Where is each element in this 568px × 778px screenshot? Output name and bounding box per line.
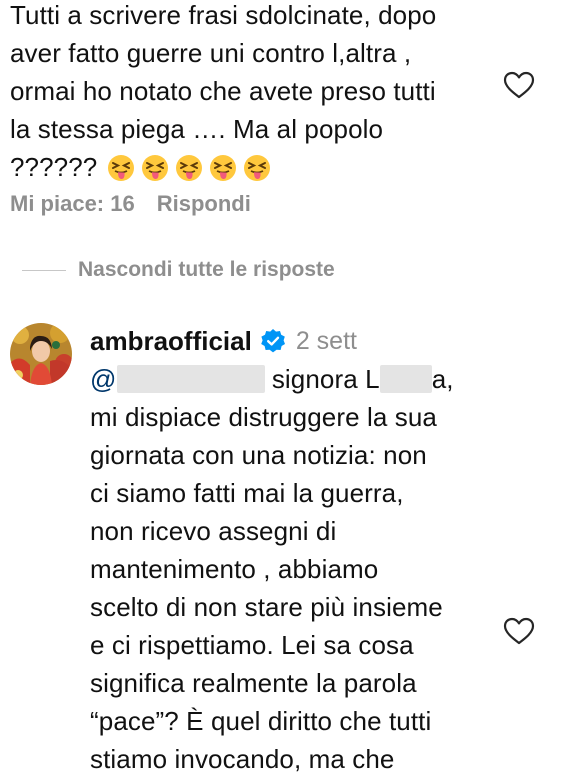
like-comment-2-button[interactable]	[502, 616, 536, 646]
squinting-tongue-emoji	[244, 155, 271, 181]
comment-2: ambraofficial 2 sett @ signora L a, mi di…	[90, 322, 500, 778]
redacted-name	[379, 365, 432, 393]
reply-button[interactable]: Rispondi	[157, 191, 251, 216]
squinting-tongue-emoji	[142, 155, 169, 181]
comment-2-text-line: mantenimento , abbiamo	[90, 554, 379, 584]
mention-prefix: @	[90, 364, 117, 394]
likes-count[interactable]: Mi piace: 16	[10, 191, 135, 216]
comment-2-text-line: ci siamo fatti mai la guerra,	[90, 478, 404, 508]
avatar[interactable]	[10, 323, 72, 385]
comment-2-greeting: signora L	[271, 364, 380, 394]
heart-outline-icon	[503, 71, 535, 99]
comment-1-question-marks: ??????	[10, 152, 98, 182]
comment-1-meta: Mi piace: 16 Rispondi	[10, 191, 273, 217]
comment-1: Tutti a scrivere frasi sdolcinate, dopo …	[10, 0, 500, 186]
divider-line	[22, 269, 66, 271]
like-comment-1-button[interactable]	[502, 70, 536, 100]
comment-1-text-line: aver fatto guerre uni contro l,altra ,	[10, 38, 412, 68]
heart-outline-icon	[503, 617, 535, 645]
comment-2-text-line: “pace”? È quel diritto che tutti	[90, 706, 432, 736]
avatar-image	[10, 323, 72, 385]
comment-2-greeting-end: a,	[431, 364, 454, 394]
comment-2-text-line: e ci rispettiamo. Lei sa cosa	[90, 630, 414, 660]
comment-2-text-line: significa realmente la parola	[90, 668, 417, 698]
squinting-tongue-emoji	[108, 155, 135, 181]
comment-1-text-line: Tutti a scrivere frasi sdolcinate, dopo	[10, 0, 437, 30]
squinting-tongue-emoji	[176, 155, 203, 181]
comment-2-text-line: stiamo invocando, ma che	[90, 744, 395, 774]
hide-replies-toggle[interactable]: Nascondi tutte le risposte	[22, 258, 335, 282]
comment-2-text-line: @ signora L a,	[90, 360, 500, 398]
squinting-tongue-emoji	[210, 155, 237, 181]
comment-2-text-line: non ricevo assegni di	[90, 516, 337, 546]
timestamp: 2 sett	[295, 327, 357, 355]
hide-replies-label[interactable]: Nascondi tutte le risposte	[78, 258, 335, 282]
verified-badge-icon	[261, 329, 285, 353]
comment-2-text-line: scelto di non stare più insieme	[90, 592, 443, 622]
mention[interactable]: @	[90, 364, 265, 394]
username[interactable]: ambraofficial	[90, 322, 252, 360]
redacted-username	[116, 365, 265, 393]
comment-1-text-line: ormai ho notato che avete preso tutti	[10, 76, 436, 106]
comment-2-text-line: giornata con una notizia: non	[90, 440, 427, 470]
comment-1-text-line: la stessa piega …. Ma al popolo	[10, 114, 384, 144]
comment-1-text-line: ??????	[10, 148, 500, 186]
comment-2-header: ambraofficial 2 sett	[90, 322, 500, 360]
comment-2-text-line: mi dispiace distruggere la sua	[90, 402, 437, 432]
